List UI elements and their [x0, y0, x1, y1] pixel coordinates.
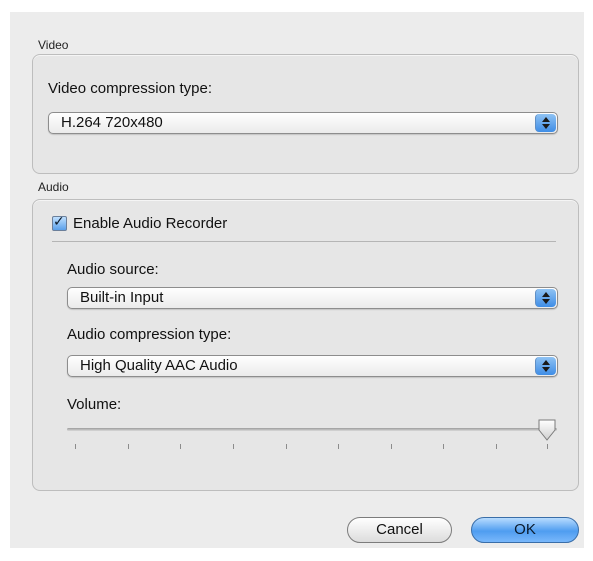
audio-source-popup[interactable]: Built-in Input: [67, 287, 558, 309]
video-compression-label: Video compression type:: [48, 80, 212, 97]
volume-label: Volume:: [67, 396, 122, 413]
audio-group-title: Audio: [38, 180, 69, 194]
volume-tick: [128, 444, 129, 449]
audio-source-label: Audio source:: [67, 261, 159, 278]
video-group-title: Video: [38, 38, 69, 52]
cancel-button[interactable]: Cancel: [347, 517, 452, 543]
volume-tick: [391, 444, 392, 449]
audio-compression-value: High Quality AAC Audio: [80, 357, 238, 374]
volume-tick: [75, 444, 76, 449]
volume-tick: [338, 444, 339, 449]
video-compression-value: H.264 720x480: [61, 114, 163, 131]
enable-audio-label[interactable]: Enable Audio Recorder: [73, 215, 227, 232]
enable-audio-checkbox[interactable]: ✓: [52, 213, 67, 231]
up-down-arrows-icon: [535, 357, 556, 375]
video-compression-popup[interactable]: H.264 720x480: [48, 112, 558, 134]
volume-tick: [443, 444, 444, 449]
audio-compression-label: Audio compression type:: [67, 326, 232, 343]
volume-tick: [180, 444, 181, 449]
up-down-arrows-icon: [535, 114, 556, 132]
settings-panel: Video Video compression type: H.264 720x…: [10, 12, 584, 548]
audio-compression-popup[interactable]: High Quality AAC Audio: [67, 355, 558, 377]
audio-source-value: Built-in Input: [80, 289, 164, 306]
up-down-arrows-icon: [535, 289, 556, 307]
volume-tick: [233, 444, 234, 449]
ok-button[interactable]: OK: [471, 517, 579, 543]
slider-knob-icon[interactable]: [537, 418, 557, 442]
volume-slider-track[interactable]: [67, 428, 557, 431]
audio-divider: [52, 241, 556, 242]
volume-tick: [547, 444, 548, 449]
volume-tick: [496, 444, 497, 449]
checkmark-icon: ✓: [53, 213, 65, 229]
volume-tick: [286, 444, 287, 449]
